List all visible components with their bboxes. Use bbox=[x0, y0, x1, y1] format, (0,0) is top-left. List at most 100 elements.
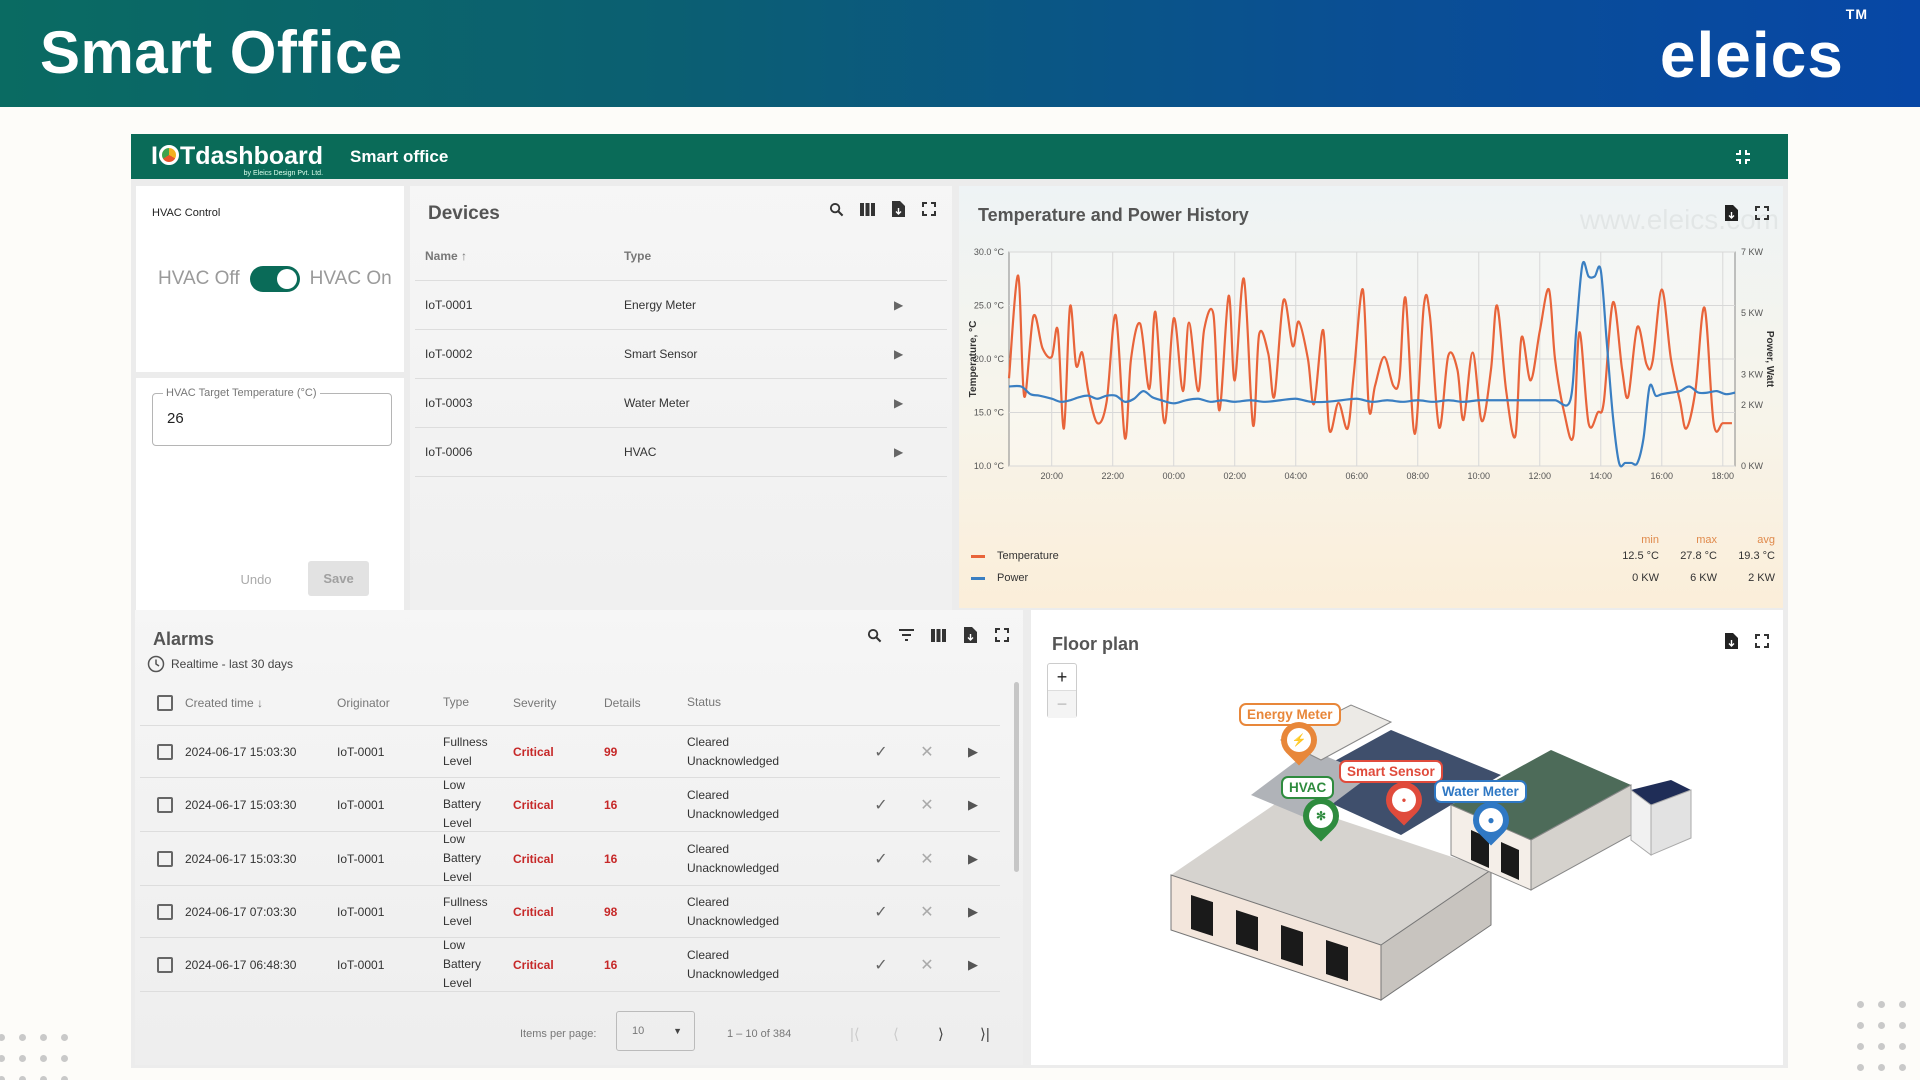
filter-icon[interactable] bbox=[897, 626, 915, 644]
marker-label[interactable]: Smart Sensor bbox=[1339, 760, 1443, 783]
device-row[interactable]: IoT-0006 HVAC ▶ bbox=[415, 428, 947, 477]
row-checkbox[interactable] bbox=[157, 956, 173, 973]
column-details[interactable]: Details bbox=[604, 696, 687, 710]
play-arrow-icon[interactable]: ▶ bbox=[894, 298, 934, 312]
play-arrow-icon[interactable]: ▶ bbox=[950, 957, 996, 973]
items-per-page-label: Items per page: bbox=[520, 1028, 597, 1040]
fullscreen-icon[interactable] bbox=[920, 200, 938, 218]
y-tick-label: 25.0 °C bbox=[974, 301, 1005, 311]
acknowledge-check-icon[interactable]: ✓ bbox=[858, 742, 904, 762]
row-checkbox[interactable] bbox=[157, 796, 173, 813]
alarm-created-time: 2024-06-17 15:03:30 bbox=[185, 744, 297, 759]
legend-item-temperature[interactable]: Temperature bbox=[971, 550, 1059, 562]
column-type[interactable]: Type bbox=[624, 249, 894, 263]
y2-axis-title: Power, Watt bbox=[1764, 331, 1775, 388]
alarm-severity: Critical bbox=[513, 904, 554, 919]
page-size-select[interactable]: 10 ▼ bbox=[616, 1011, 695, 1051]
alarm-status: Cleared Unacknowledged bbox=[687, 840, 858, 878]
export-icon[interactable] bbox=[1722, 204, 1740, 222]
clear-close-icon[interactable]: ✕ bbox=[904, 955, 950, 975]
column-name[interactable]: Name ↑ bbox=[415, 249, 624, 263]
hvac-toggle-switch[interactable] bbox=[249, 266, 300, 292]
device-row[interactable]: IoT-0002 Smart Sensor ▶ bbox=[415, 330, 947, 379]
alarm-row[interactable]: 2024-06-17 07:03:30 IoT-0001 Fullness Level… bbox=[140, 886, 1000, 938]
play-arrow-icon[interactable]: ▶ bbox=[894, 347, 934, 361]
marker-label[interactable]: Energy Meter bbox=[1239, 703, 1341, 726]
next-page-icon[interactable]: ⟩ bbox=[938, 1025, 944, 1043]
export-icon[interactable] bbox=[961, 626, 979, 644]
alarm-status-line: Unacknowledged bbox=[687, 806, 780, 821]
clear-close-icon[interactable]: ✕ bbox=[904, 795, 950, 815]
column-created-time[interactable]: Created time ↓ bbox=[185, 696, 337, 710]
search-icon[interactable] bbox=[865, 626, 883, 644]
row-checkbox[interactable] bbox=[157, 743, 173, 760]
dashboard-header: I Tdashboard by Eleics Design Pvt. Ltd. S… bbox=[131, 134, 1788, 179]
clear-close-icon[interactable]: ✕ bbox=[904, 742, 950, 762]
devices-title: Devices bbox=[428, 203, 500, 224]
undo-button[interactable]: Undo bbox=[226, 563, 286, 595]
play-arrow-icon[interactable]: ▶ bbox=[950, 744, 996, 760]
alarm-originator: IoT-0001 bbox=[337, 851, 385, 866]
fullscreen-icon[interactable] bbox=[993, 626, 1011, 644]
alarm-type-line: Fullness bbox=[443, 894, 488, 909]
acknowledge-check-icon[interactable]: ✓ bbox=[858, 795, 904, 815]
clear-close-icon[interactable]: ✕ bbox=[904, 902, 950, 922]
select-all-checkbox[interactable] bbox=[157, 694, 173, 711]
alarms-scrollbar[interactable] bbox=[1014, 682, 1019, 872]
play-arrow-icon[interactable]: ▶ bbox=[894, 445, 934, 459]
page-size-value: 10 bbox=[632, 1025, 645, 1037]
marker-label[interactable]: HVAC bbox=[1281, 776, 1335, 799]
last-page-icon[interactable]: ⟩| bbox=[980, 1025, 990, 1043]
alarm-row[interactable]: 2024-06-17 15:03:30 IoT-0001 Low Battery Lev… bbox=[140, 778, 1000, 832]
alarms-table: Created time ↓ Originator Type Severity … bbox=[140, 680, 1000, 992]
alarm-row[interactable]: 2024-06-17 06:48:30 IoT-0001 Low Battery Lev… bbox=[140, 938, 1000, 992]
column-severity[interactable]: Severity bbox=[513, 696, 604, 710]
column-status[interactable]: Status bbox=[687, 693, 858, 712]
row-checkbox[interactable] bbox=[157, 850, 173, 867]
clear-close-icon[interactable]: ✕ bbox=[904, 849, 950, 869]
legend-min-header: min bbox=[1641, 534, 1659, 546]
device-type: Water Meter bbox=[624, 396, 690, 410]
acknowledge-check-icon[interactable]: ✓ bbox=[858, 849, 904, 869]
fullscreen-exit-icon[interactable] bbox=[1734, 148, 1752, 166]
search-icon[interactable] bbox=[827, 200, 845, 218]
alarm-status: Cleared Unacknowledged bbox=[687, 786, 858, 824]
export-icon[interactable] bbox=[889, 200, 907, 218]
marker-label[interactable]: Water Meter bbox=[1434, 780, 1527, 803]
acknowledge-check-icon[interactable]: ✓ bbox=[858, 902, 904, 922]
acknowledge-check-icon[interactable]: ✓ bbox=[858, 955, 904, 975]
hvac-on-label: HVAC On bbox=[309, 268, 392, 289]
first-page-icon[interactable]: |⟨ bbox=[850, 1025, 860, 1043]
columns-icon[interactable] bbox=[929, 626, 947, 644]
device-row[interactable]: IoT-0003 Water Meter ▶ bbox=[415, 379, 947, 428]
play-arrow-icon[interactable]: ▶ bbox=[894, 396, 934, 410]
target-temperature-input[interactable] bbox=[167, 410, 367, 427]
legend-item-power[interactable]: Power bbox=[971, 572, 1028, 584]
timewindow-selector[interactable]: Realtime - last 30 days bbox=[147, 655, 293, 673]
alarm-row[interactable]: 2024-06-17 15:03:30 IoT-0001 Low Battery Lev… bbox=[140, 832, 1000, 886]
play-arrow-icon[interactable]: ▶ bbox=[950, 904, 996, 920]
previous-page-icon[interactable]: ⟨ bbox=[893, 1025, 899, 1043]
column-label: Created time bbox=[185, 695, 254, 710]
play-arrow-icon[interactable]: ▶ bbox=[950, 851, 996, 867]
play-arrow-icon[interactable]: ▶ bbox=[950, 797, 996, 813]
column-label: Name bbox=[425, 248, 458, 263]
row-checkbox[interactable] bbox=[157, 903, 173, 920]
fullscreen-icon[interactable] bbox=[1753, 204, 1771, 222]
building-illustration bbox=[1170, 704, 1692, 1001]
columns-icon[interactable] bbox=[858, 200, 876, 218]
alarm-severity: Critical bbox=[513, 797, 554, 812]
alarm-type-line: Low bbox=[443, 832, 466, 846]
sort-arrow-down-icon: ↓ bbox=[257, 695, 264, 710]
save-button[interactable]: Save bbox=[308, 561, 369, 596]
column-type[interactable]: Type bbox=[443, 693, 513, 712]
alarm-row[interactable]: 2024-06-17 15:03:30 IoT-0001 Fullness Level… bbox=[140, 726, 1000, 778]
column-originator[interactable]: Originator bbox=[337, 696, 443, 710]
alarm-type-line: Level bbox=[443, 913, 472, 928]
alarm-status: Cleared Unacknowledged bbox=[687, 733, 858, 771]
device-row[interactable]: IoT-0001 Energy Meter ▶ bbox=[415, 281, 947, 330]
signal-icon: • bbox=[1392, 788, 1416, 812]
history-chart: 10.0 °C15.0 °C20.0 °C25.0 °C30.0 °C0 KW2… bbox=[968, 247, 1775, 481]
alarm-status-line: Cleared bbox=[687, 841, 730, 856]
paginator: Items per page: 10 ▼ 1 – 10 of 384 |⟨ ⟨ … bbox=[135, 1003, 1023, 1065]
